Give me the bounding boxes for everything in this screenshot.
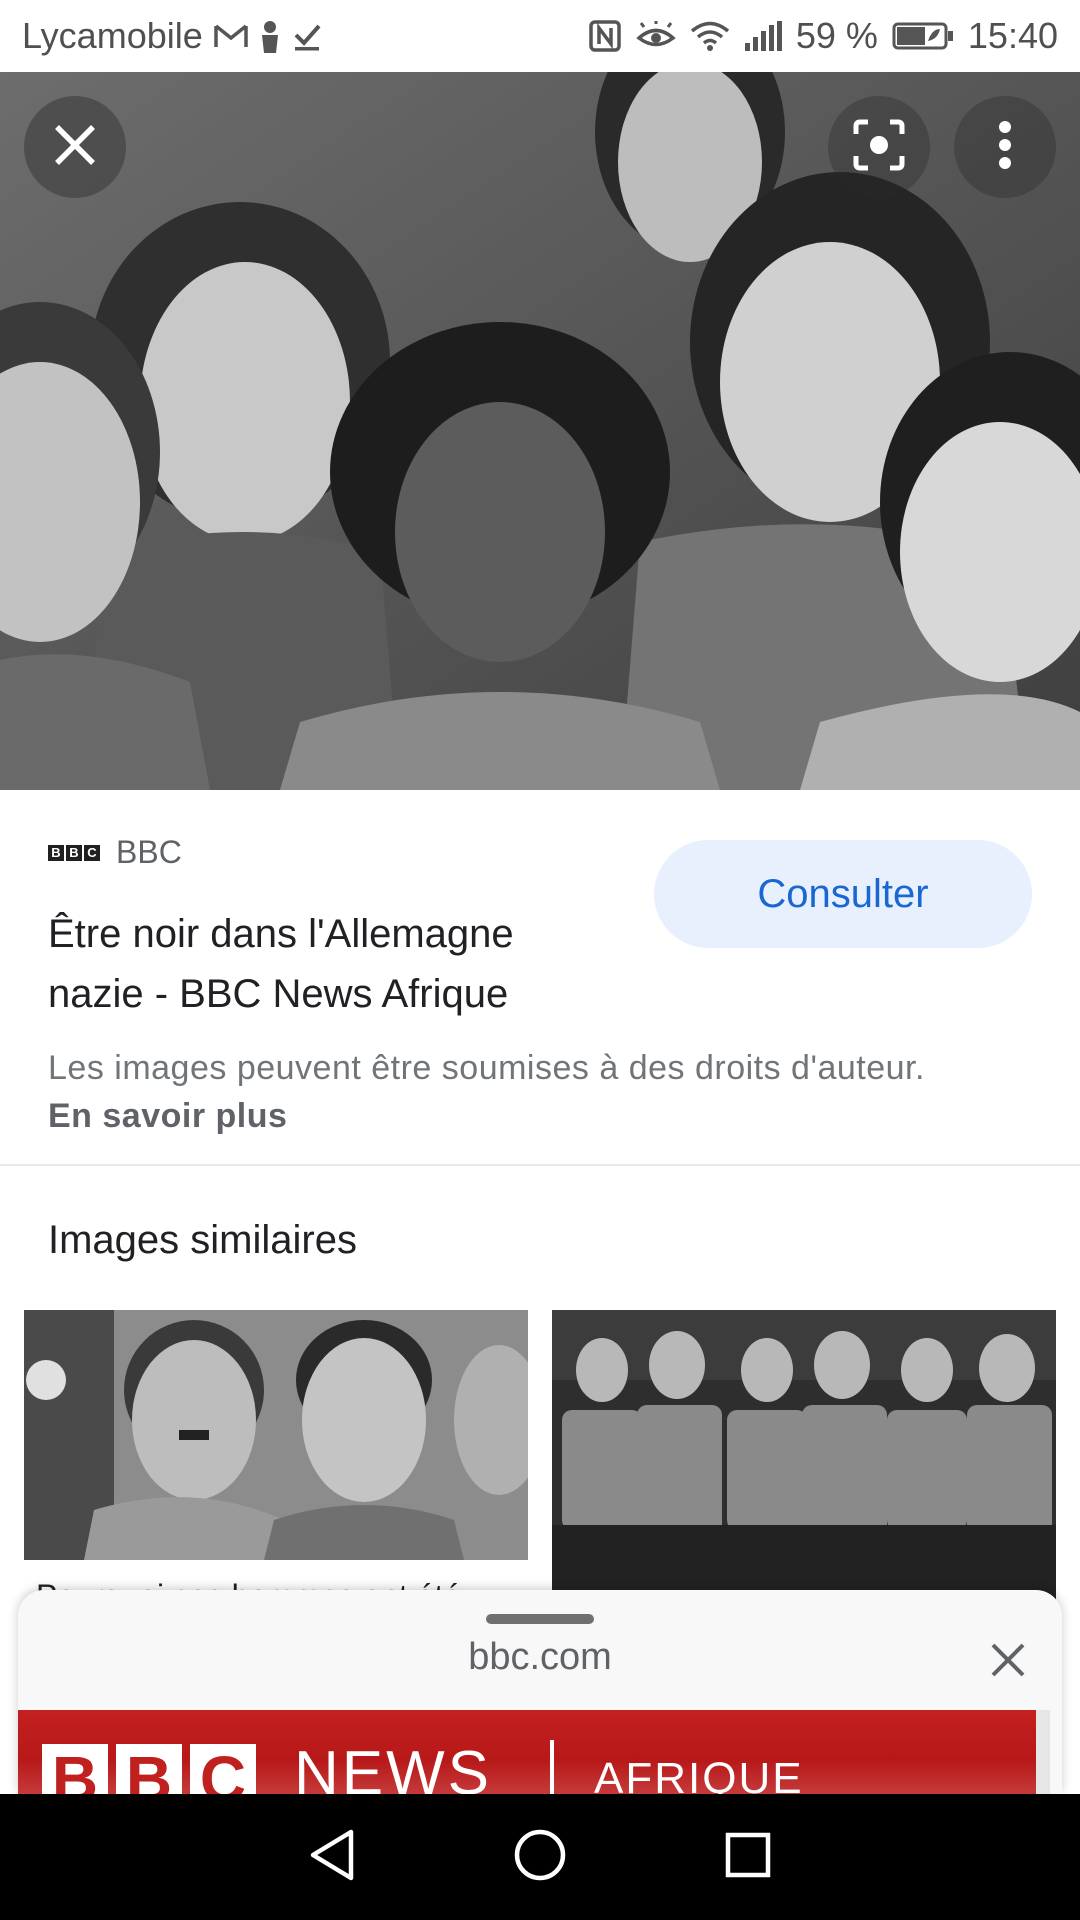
download-done-icon — [291, 20, 323, 52]
source-line: BBC BBC — [48, 834, 182, 871]
close-viewer-button[interactable] — [24, 96, 126, 198]
page-title[interactable]: Être noir dans l'Allemagne nazie - BBC N… — [48, 904, 608, 1024]
navigation-bar — [0, 1794, 1080, 1920]
battery-percent: 59 % — [795, 15, 878, 56]
recents-icon — [724, 1831, 772, 1884]
source-card: BBC BBC Être noir dans l'Allemagne nazie… — [0, 790, 1080, 1166]
signal-icon — [744, 21, 782, 51]
more-vert-icon — [998, 120, 1012, 175]
more-options-button[interactable] — [954, 96, 1056, 198]
nfc-icon — [588, 19, 622, 53]
google-lens-button[interactable] — [828, 96, 930, 198]
gmail-icon — [213, 22, 249, 50]
eye-comfort-icon — [636, 21, 676, 51]
banner-edge — [1036, 1710, 1050, 1794]
account-icon — [259, 19, 281, 53]
visit-button[interactable]: Consulter — [654, 840, 1032, 948]
home-icon — [513, 1828, 567, 1887]
google-lens-icon — [852, 118, 906, 177]
similar-image-2[interactable] — [552, 1310, 1056, 1600]
recents-button[interactable] — [713, 1822, 783, 1892]
close-sheet-button[interactable] — [980, 1634, 1036, 1690]
back-icon — [307, 1828, 357, 1887]
carrier-name: Lycamobile — [22, 15, 203, 56]
learn-more-link[interactable]: En savoir plus — [48, 1097, 287, 1135]
copyright-notice: Les images peuvent être soumises à des d… — [48, 1044, 948, 1140]
clock: 15:40 — [967, 15, 1058, 56]
close-icon — [53, 123, 97, 172]
similar-images-heading: Images similaires — [48, 1218, 357, 1262]
bbc-logo-icon: BBC — [48, 844, 100, 861]
bbc-blocks-logo: BBC — [42, 1744, 256, 1794]
banner-news-text: NEWS — [294, 1739, 492, 1794]
copyright-text: Les images peuvent être soumises à des d… — [48, 1049, 925, 1087]
banner-region-text: AFRIQUE — [594, 1754, 804, 1794]
image-preview[interactable] — [0, 72, 1080, 790]
sheet-domain: bbc.com — [468, 1636, 612, 1678]
similar-image-1[interactable] — [24, 1310, 528, 1560]
drag-handle[interactable] — [486, 1614, 594, 1624]
bbc-news-banner: BBC NEWS AFRIQUE — [18, 1710, 1050, 1794]
source-site-name: BBC — [116, 834, 182, 870]
banner-divider — [550, 1740, 554, 1794]
status-bar: Lycamobile 59 % 15:40 — [0, 0, 1080, 72]
back-button[interactable] — [297, 1822, 367, 1892]
link-preview-sheet[interactable]: bbc.com BBC NEWS AFRIQUE — [18, 1590, 1062, 1794]
home-button[interactable] — [505, 1822, 575, 1892]
battery-icon — [892, 21, 954, 51]
close-icon — [990, 1642, 1026, 1683]
wifi-icon — [690, 20, 730, 52]
